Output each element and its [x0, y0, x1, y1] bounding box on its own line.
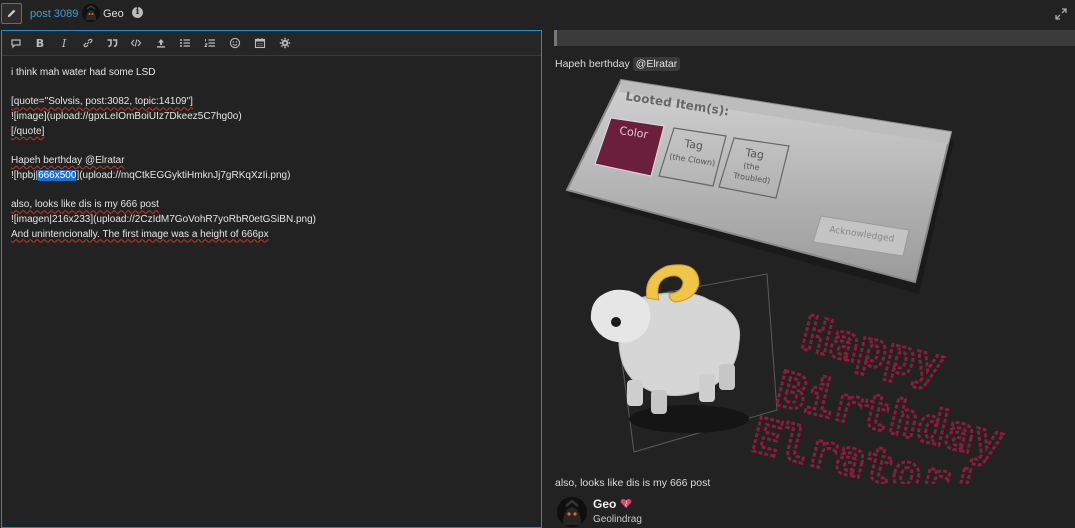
quote-collapsed-bar[interactable]: [554, 30, 1075, 46]
author-subtitle: Geolindrag: [593, 514, 642, 525]
editor-line: i think mah water had some LSD: [11, 67, 156, 78]
markdown-editor: B I i think mah water had some LSD [quot…: [1, 30, 542, 528]
reply-to-post-link[interactable]: post 3089: [30, 8, 78, 20]
avatar[interactable]: [82, 4, 100, 22]
info-icon[interactable]: i: [132, 7, 143, 18]
editor-textarea[interactable]: i think mah water had some LSD [quote="S…: [11, 66, 531, 242]
birthday-image[interactable]: Looted Item(s): Color Tag (the Clown) Ta…: [559, 74, 1069, 484]
editor-line: [/quote]: [11, 125, 45, 137]
editor-line: ![hpbj|666x500](upload://mqCtkEGGyktiHmk…: [11, 169, 291, 181]
user-mention[interactable]: @Elratar: [632, 57, 681, 71]
editor-line: ![imagen|216x233](upload://2CzIdM7GoVohR…: [11, 214, 316, 226]
quote-author: Geo Geolindrag: [557, 497, 642, 527]
text-selection: 666x500: [38, 169, 77, 181]
composer-header: post 3089 Geo i: [0, 0, 1075, 29]
post-preview: Hapeh berthday @Elratar Looted Item(s): …: [554, 30, 1075, 528]
editor-line: Hapeh berthday @Elratar: [11, 155, 125, 167]
calendar-icon[interactable]: [253, 36, 267, 50]
blockquote-icon[interactable]: [105, 36, 119, 50]
bullet-list-icon[interactable]: [178, 36, 192, 50]
flair-icon: [620, 498, 632, 508]
preview-birthday-line: Hapeh berthday @Elratar: [555, 57, 681, 71]
preview-post-line: also, looks like dis is my 666 post: [555, 477, 711, 489]
editor-toolbar: B I: [2, 31, 541, 56]
upload-icon[interactable]: [154, 36, 168, 50]
code-icon[interactable]: [129, 36, 143, 50]
editor-line: also, looks like dis is my 666 post: [11, 199, 159, 211]
editor-line: [quote="Solvsis, post:3082, topic:14109"…: [11, 96, 193, 108]
numbered-list-icon[interactable]: [203, 36, 217, 50]
editor-line: ![image](upload://gpxLeIOmBoiUIz7Dkeez5C…: [11, 111, 242, 123]
gear-icon[interactable]: [278, 36, 292, 50]
bold-icon[interactable]: B: [33, 36, 47, 50]
link-icon[interactable]: [81, 36, 95, 50]
edit-button[interactable]: [1, 3, 22, 24]
emoji-icon[interactable]: [228, 36, 242, 50]
avatar[interactable]: [557, 497, 587, 527]
author-name[interactable]: Geo: [593, 497, 642, 511]
italic-icon[interactable]: I: [57, 36, 71, 50]
editor-line: And unintencionally. The first image was…: [11, 228, 269, 240]
quote-bubble-icon[interactable]: [9, 36, 23, 50]
pencil-icon: [7, 9, 16, 18]
expand-icon[interactable]: [1055, 8, 1067, 20]
reply-to-username[interactable]: Geo: [103, 8, 124, 20]
